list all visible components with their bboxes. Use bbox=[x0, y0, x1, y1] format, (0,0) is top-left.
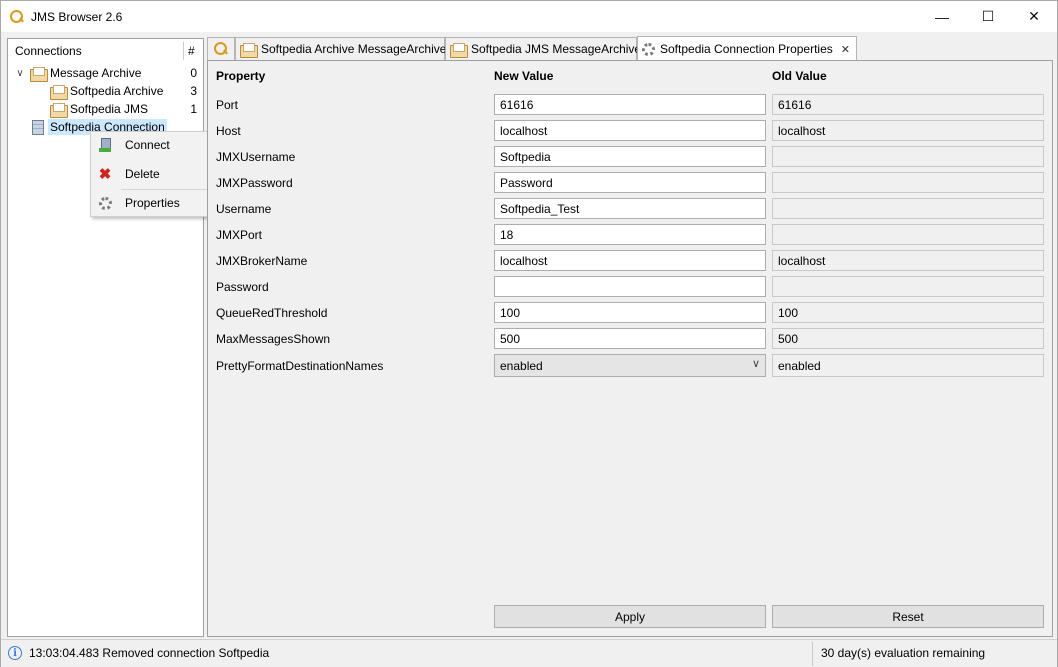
old-value-username bbox=[772, 198, 1044, 219]
new-value-port[interactable]: 61616 bbox=[494, 94, 766, 115]
menu-item-label: Connect bbox=[125, 138, 170, 152]
new-value-host[interactable]: localhost bbox=[494, 120, 766, 141]
old-value-jmxbrokername: localhost bbox=[772, 250, 1044, 271]
tab-connection-properties[interactable]: Softpedia Connection Properties ✕ bbox=[637, 36, 857, 61]
app-window: JMS Browser 2.6 — ☐ ✕ Connections # ∨ Me… bbox=[0, 0, 1058, 667]
maximize-button[interactable]: ☐ bbox=[965, 1, 1011, 32]
property-label-password: Password bbox=[216, 280, 269, 294]
delete-icon: ✖ bbox=[98, 166, 112, 183]
new-value-maxmessagesshown[interactable]: 500 bbox=[494, 328, 766, 349]
archive-icon bbox=[50, 84, 68, 100]
tree-item-label: Message Archive bbox=[50, 66, 142, 80]
old-value-jmxport bbox=[772, 224, 1044, 245]
chevron-down-icon: ∨ bbox=[751, 358, 760, 370]
new-value-password[interactable] bbox=[494, 276, 766, 297]
new-value-username[interactable]: Softpedia_Test bbox=[494, 198, 766, 219]
tree-item-message-archive[interactable]: ∨ Message Archive 0 bbox=[14, 64, 202, 82]
tab-label: Softpedia Connection Properties bbox=[660, 42, 833, 56]
column-header-old-value: Old Value bbox=[772, 69, 827, 83]
connect-icon bbox=[97, 137, 113, 153]
context-menu: Connect ✖ Delete Properties bbox=[90, 131, 220, 217]
tab-softpedia-jms[interactable]: Softpedia JMS MessageArchive bbox=[445, 37, 641, 60]
reset-button[interactable]: Reset bbox=[772, 605, 1044, 628]
archive-icon bbox=[450, 42, 468, 58]
new-value-jmxusername[interactable]: Softpedia bbox=[494, 146, 766, 167]
tree-item-count: 0 bbox=[190, 66, 197, 80]
tree-header-name[interactable]: Connections bbox=[15, 44, 82, 58]
chevron-down-icon[interactable]: ∨ bbox=[14, 67, 26, 79]
tab-bar: Softpedia Archive MessageArchive Softped… bbox=[207, 36, 1053, 61]
archive-icon bbox=[30, 66, 48, 82]
tree-header-divider bbox=[183, 42, 184, 60]
tree-header-count[interactable]: # bbox=[188, 44, 195, 58]
status-divider bbox=[812, 642, 813, 666]
minimize-button[interactable]: — bbox=[919, 1, 965, 32]
property-label-jmxbrokername: JMXBrokerName bbox=[216, 254, 308, 268]
tab-close-icon[interactable]: ✕ bbox=[841, 43, 850, 56]
old-value-maxmessagesshown: 500 bbox=[772, 328, 1044, 349]
menu-divider bbox=[121, 189, 217, 190]
tree-item-label: Softpedia JMS bbox=[70, 102, 149, 116]
window-title: JMS Browser 2.6 bbox=[31, 9, 123, 24]
status-bar: i 13:03:04.483 Removed connection Softpe… bbox=[1, 639, 1057, 667]
gear-icon bbox=[642, 42, 655, 56]
archive-icon bbox=[50, 102, 68, 118]
tree-item-softpedia-jms[interactable]: Softpedia JMS 1 bbox=[50, 100, 202, 118]
app-search-icon bbox=[10, 9, 24, 24]
new-value-jmxpassword[interactable]: Password bbox=[494, 172, 766, 193]
property-label-prettyformatdestinationnames: PrettyFormatDestinationNames bbox=[216, 359, 384, 373]
property-label-maxmessagesshown: MaxMessagesShown bbox=[216, 332, 331, 346]
select-value: enabled bbox=[500, 358, 543, 373]
menu-item-properties[interactable]: Properties bbox=[91, 192, 219, 214]
close-button[interactable]: ✕ bbox=[1011, 1, 1057, 32]
old-value-password bbox=[772, 276, 1044, 297]
editor-area: Softpedia Archive MessageArchive Softped… bbox=[207, 36, 1053, 637]
menu-item-label: Delete bbox=[125, 167, 160, 181]
tree-item-softpedia-archive[interactable]: Softpedia Archive 3 bbox=[50, 82, 202, 100]
column-header-property: Property bbox=[216, 69, 266, 83]
tree-item-label: Softpedia Archive bbox=[70, 84, 164, 98]
property-label-queueredthreshold: QueueRedThreshold bbox=[216, 306, 328, 320]
tab-search[interactable] bbox=[207, 37, 235, 60]
column-header-new-value: New Value bbox=[494, 69, 554, 83]
property-label-jmxport: JMXPort bbox=[216, 228, 263, 242]
new-value-jmxbrokername[interactable]: localhost bbox=[494, 250, 766, 271]
gear-icon bbox=[97, 195, 113, 211]
property-label-jmxusername: JMXUsername bbox=[216, 150, 296, 164]
old-value-port: 61616 bbox=[772, 94, 1044, 115]
menu-item-label: Properties bbox=[125, 196, 180, 210]
apply-button[interactable]: Apply bbox=[494, 605, 766, 628]
menu-item-connect[interactable]: Connect bbox=[91, 134, 219, 156]
tree-header: Connections # bbox=[8, 39, 203, 63]
properties-pane: Property New Value Old Value Port 61616 … bbox=[207, 60, 1053, 637]
property-label-jmxpassword: JMXPassword bbox=[216, 176, 293, 190]
new-value-prettyformat-select[interactable]: enabled ∨ bbox=[494, 354, 766, 377]
tab-softpedia-archive[interactable]: Softpedia Archive MessageArchive bbox=[235, 37, 447, 60]
new-value-jmxport[interactable]: 18 bbox=[494, 224, 766, 245]
new-value-queueredthreshold[interactable]: 100 bbox=[494, 302, 766, 323]
property-label-port: Port bbox=[216, 98, 239, 112]
title-bar: JMS Browser 2.6 — ☐ ✕ bbox=[1, 1, 1057, 32]
status-message: 13:03:04.483 Removed connection Softpedi… bbox=[29, 646, 270, 660]
search-icon bbox=[214, 42, 228, 56]
tree-item-count: 1 bbox=[190, 102, 197, 116]
archive-icon bbox=[240, 42, 258, 58]
old-value-jmxusername bbox=[772, 146, 1044, 167]
info-icon: i bbox=[8, 646, 22, 660]
old-value-jmxpassword bbox=[772, 172, 1044, 193]
tree-item-count: 3 bbox=[190, 84, 197, 98]
tab-label: Softpedia Archive MessageArchive bbox=[261, 42, 447, 56]
tab-label: Softpedia JMS MessageArchive bbox=[471, 42, 642, 56]
server-icon bbox=[32, 119, 44, 135]
menu-item-delete[interactable]: ✖ Delete bbox=[91, 163, 219, 185]
old-value-queueredthreshold: 100 bbox=[772, 302, 1044, 323]
property-label-username: Username bbox=[216, 202, 272, 216]
evaluation-status: 30 day(s) evaluation remaining bbox=[821, 646, 986, 660]
property-label-host: Host bbox=[216, 124, 241, 138]
connections-panel: Connections # ∨ Message Archive 0 Softpe… bbox=[7, 38, 204, 637]
old-value-prettyformat: enabled bbox=[772, 354, 1044, 377]
old-value-host: localhost bbox=[772, 120, 1044, 141]
